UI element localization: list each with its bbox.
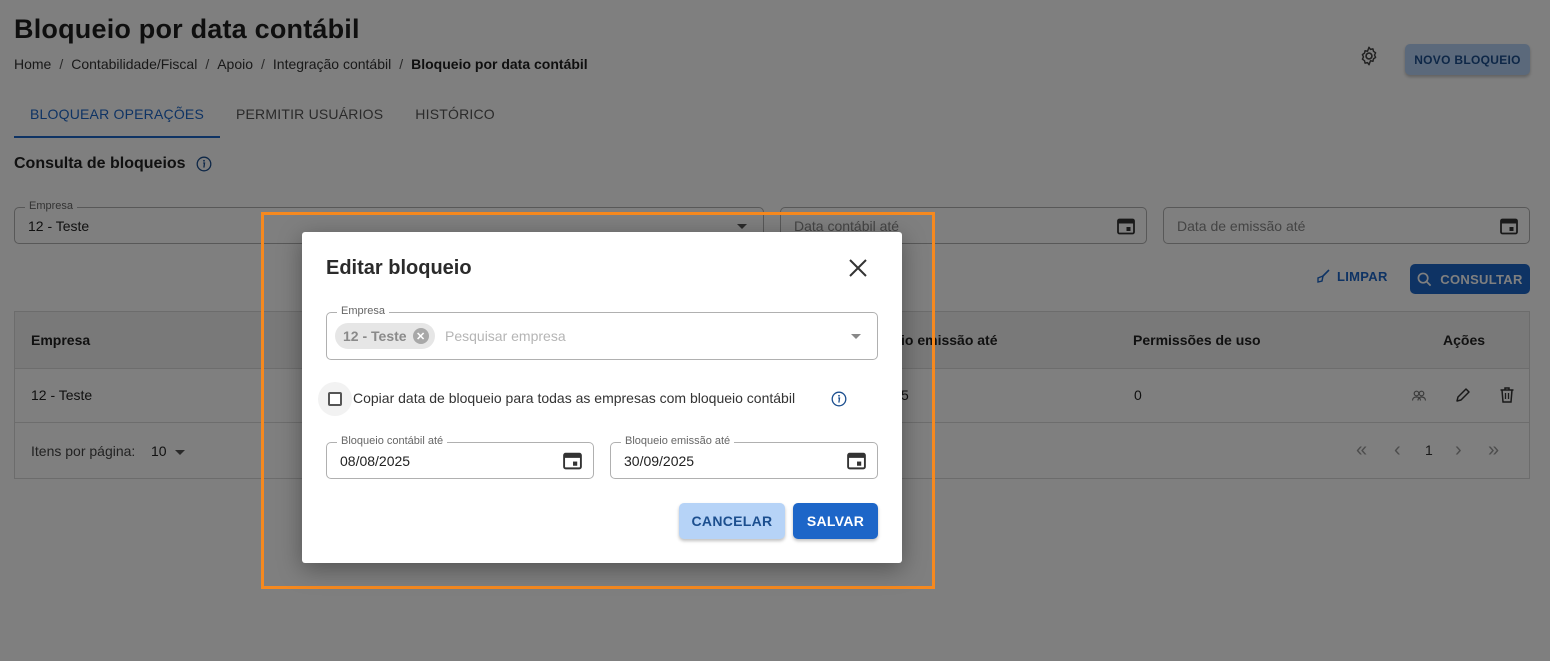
calendar-icon[interactable] xyxy=(562,450,583,471)
calendar-icon[interactable] xyxy=(846,450,867,471)
bloqueio-emissao-value[interactable]: 30/09/2025 xyxy=(624,453,694,469)
bloqueio-contabil-label: Bloqueio contábil até xyxy=(337,435,448,447)
checkbox-box[interactable] xyxy=(328,392,342,406)
save-button[interactable]: SALVAR xyxy=(793,503,878,539)
dialog-empresa-select[interactable]: Empresa 12 - Teste ✕ Pesquisar empresa xyxy=(326,305,878,360)
bloqueio-contabil-value[interactable]: 08/08/2025 xyxy=(340,453,410,469)
dialog-empresa-label: Empresa xyxy=(337,305,390,317)
copy-date-checkbox-label[interactable]: Copiar data de bloqueio para todas as em… xyxy=(353,390,795,406)
edit-block-dialog: Editar bloqueio Empresa 12 - Teste ✕ Pes… xyxy=(302,232,902,563)
chevron-down-icon xyxy=(851,334,861,339)
empresa-search-input[interactable]: Pesquisar empresa xyxy=(445,328,566,344)
dialog-title: Editar bloqueio xyxy=(326,257,472,279)
remove-chip-icon[interactable]: ✕ xyxy=(412,328,429,344)
close-icon[interactable] xyxy=(846,256,870,280)
info-icon[interactable] xyxy=(831,391,847,407)
empresa-chip-label: 12 - Teste xyxy=(343,328,407,344)
copy-date-checkbox[interactable] xyxy=(318,382,352,416)
cancel-button[interactable]: CANCELAR xyxy=(679,503,785,539)
bloqueio-emissao-field[interactable]: Bloqueio emissão até 30/09/2025 xyxy=(610,435,878,479)
bloqueio-emissao-label: Bloqueio emissão até xyxy=(621,435,735,447)
empresa-chip: 12 - Teste ✕ xyxy=(335,323,435,349)
bloqueio-contabil-field[interactable]: Bloqueio contábil até 08/08/2025 xyxy=(326,435,594,479)
